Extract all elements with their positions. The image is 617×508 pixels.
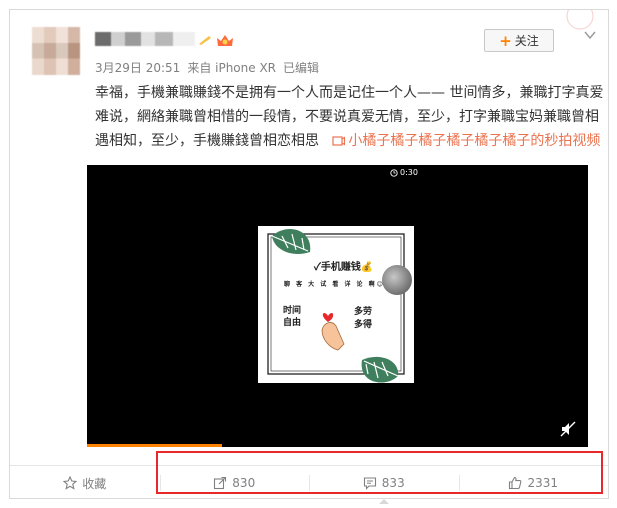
repost-icon	[214, 476, 227, 490]
comment-count: 833	[381, 476, 405, 490]
video-link-icon	[332, 136, 346, 146]
clock-icon	[390, 168, 398, 177]
video-progress-bar[interactable]	[87, 444, 223, 447]
repost-count: 830	[232, 476, 256, 490]
duration-text: 0:30	[400, 168, 418, 177]
action-bar: 收藏 830 833 2331	[10, 465, 609, 504]
post-time[interactable]: 3月29日 20:51	[95, 59, 180, 76]
edited-tag: 已编辑	[283, 61, 320, 75]
mute-icon[interactable]	[560, 421, 576, 437]
leaf-top-left-icon	[271, 229, 311, 255]
follow-button[interactable]: + 关注	[484, 29, 554, 52]
video-link-text: 小橘子橘子橘子橘子橘子橘子的秒拍视频	[348, 133, 601, 149]
chevron-down-icon[interactable]	[583, 28, 597, 42]
video-poster: ✓手机赚钱💰 聊 客 大 试 看 详 论 啊😊 时间 自由 多劳 多得	[258, 226, 414, 383]
poster-right-line2: 多得	[354, 320, 373, 330]
favorite-button[interactable]: 收藏	[10, 466, 160, 500]
poster-subtitle: 聊 客 大 试 看 详 论 啊😊	[284, 281, 385, 288]
post-text: 幸福，手機兼職賺錢不是拥有一个人而是记住一个人—— 世间情多，兼職打字真爱难说，…	[95, 81, 605, 153]
vip-crown-icon[interactable]	[215, 32, 235, 48]
like-button[interactable]: 2331	[458, 466, 609, 500]
video-duration: 0:30	[390, 168, 418, 177]
play-knob[interactable]	[382, 265, 412, 295]
star-icon	[63, 476, 78, 490]
watermark-stamp	[540, 2, 600, 30]
weibo-post-card: + 关注 3月29日 20:51 来自 iPhone XR 已编辑 幸福，手機兼…	[9, 2, 609, 504]
comment-icon	[363, 477, 376, 490]
finger-heart-icon	[321, 313, 345, 351]
user-badges	[198, 32, 235, 48]
favorite-label: 收藏	[82, 476, 107, 491]
repost-button[interactable]: 830	[159, 466, 310, 500]
post-source[interactable]: 来自 iPhone XR	[187, 59, 276, 76]
post-meta: 3月29日 20:51 来自 iPhone XR 已编辑	[95, 59, 319, 76]
follow-label: 关注	[514, 34, 539, 48]
poster-left-line2: 自由	[283, 318, 302, 328]
pen-badge-icon	[199, 36, 211, 45]
avatar[interactable]	[32, 27, 80, 75]
like-count: 2331	[527, 476, 559, 490]
poster-title: ✓手机赚钱💰	[314, 262, 374, 273]
thumbs-up-icon	[509, 476, 522, 490]
poster-decoration	[267, 229, 405, 383]
poster-right-line1: 多劳	[354, 307, 373, 317]
plus-icon: +	[499, 31, 512, 50]
username-blurred[interactable]	[95, 32, 195, 46]
video-link[interactable]: 小橘子橘子橘子橘子橘子橘子的秒拍视频	[332, 133, 600, 149]
comment-button[interactable]: 833	[309, 466, 459, 504]
video-player[interactable]: 0:30 ✓手机赚钱💰 聊 客 大 试 看 详 论 啊😊 时间 自由 多劳 多得	[87, 165, 588, 447]
leaf-bottom-right-icon	[361, 356, 399, 383]
